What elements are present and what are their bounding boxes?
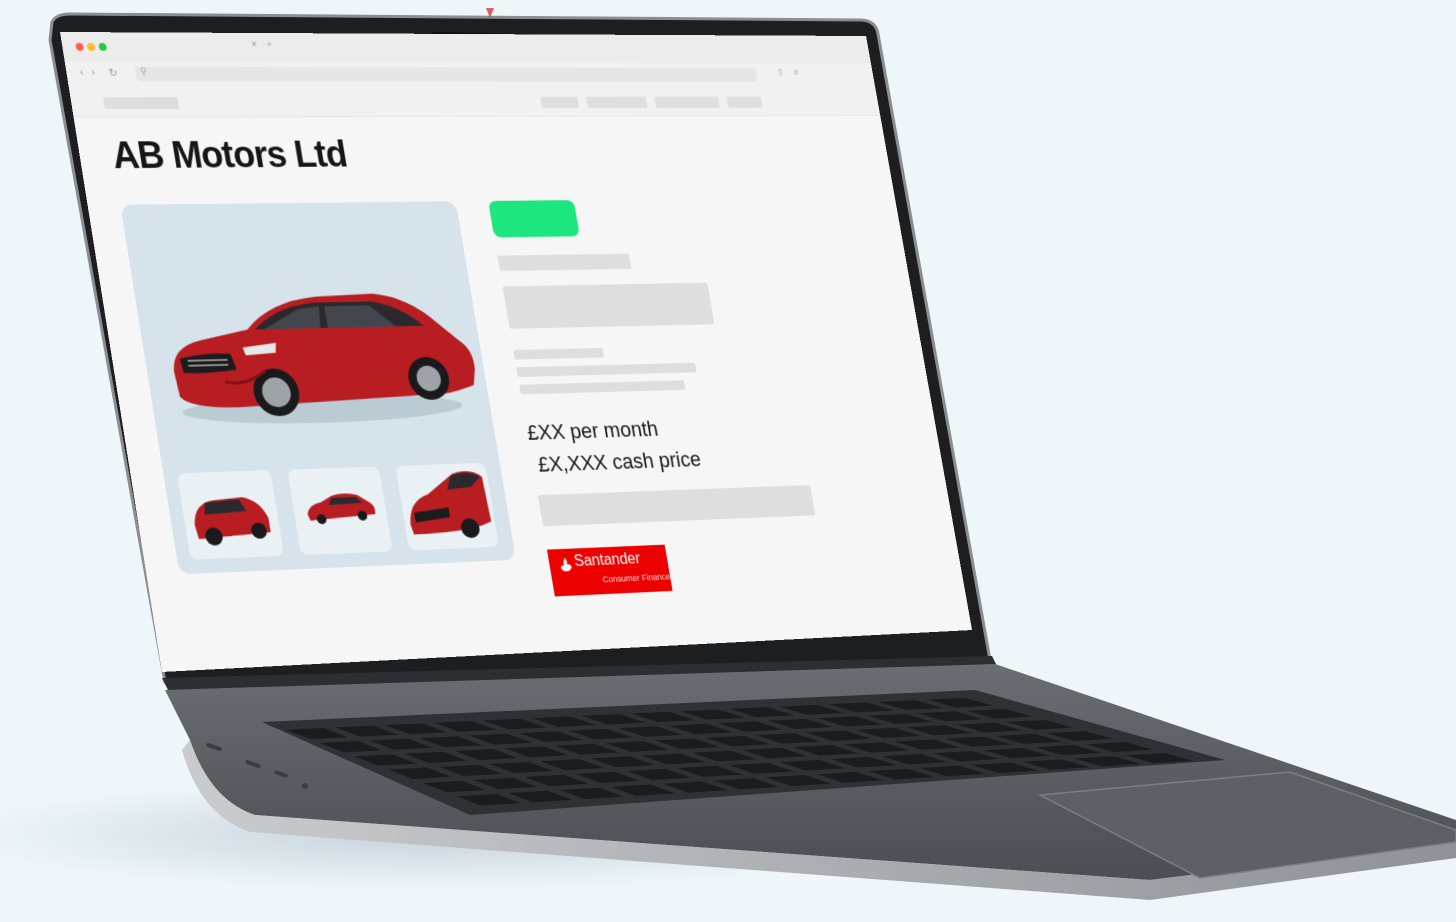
cta-button-placeholder[interactable] [537,485,816,527]
vehicle-name-placeholder [502,282,715,329]
menu-icon[interactable]: ≡ [793,68,800,78]
spec-placeholder-3 [519,380,686,395]
nav-link-placeholder-4[interactable] [726,96,763,108]
main-car-image[interactable] [120,201,498,463]
monthly-price: £XX per month [525,416,660,445]
thumbnail-2[interactable] [287,466,393,556]
search-icon: ⚲ [139,66,148,78]
page-title: AB Motors Ltd [109,134,350,178]
reload-icon[interactable]: ↻ [108,67,119,80]
thumbnail-3[interactable] [395,462,500,551]
back-icon[interactable]: ‹ [79,67,84,79]
car-illustration [162,291,481,427]
heading-placeholder [497,253,632,272]
new-tab-icon[interactable]: + [265,39,273,51]
nav-link-placeholder-3[interactable] [654,96,720,108]
status-tag[interactable] [488,200,580,238]
browser-tab-bar: × + [60,32,871,64]
cash-price: £X,XXX cash price [535,446,703,477]
tab-close-icon[interactable]: × [251,40,258,51]
forward-icon[interactable]: › [91,67,96,79]
santander-flame-icon [559,557,573,572]
browser-toolbar: ‹ › ↻ ⚲ ⇧ ≡ [64,61,876,89]
window-zoom-dot[interactable] [98,42,108,51]
address-bar[interactable]: ⚲ [134,66,759,82]
nav-link-placeholder-1[interactable] [540,96,580,109]
car-gallery [120,201,516,575]
santander-name: Santander [572,550,642,570]
share-icon[interactable]: ⇧ [776,68,785,78]
headphone-jack [302,783,308,789]
santander-subtitle: Consumer Finance [601,571,671,585]
spec-placeholder-2 [516,362,697,378]
site-logo-placeholder[interactable] [103,97,180,109]
window-minimize-dot[interactable] [86,42,96,51]
spec-placeholder-1 [513,347,605,360]
santander-finance-badge[interactable]: Santander Consumer Finance [546,544,673,597]
site-nav [68,87,881,118]
window-close-dot[interactable] [75,42,85,51]
thumbnail-1[interactable] [176,470,285,560]
laptop-screen: × + ‹ › ↻ ⚲ ⇧ ≡ AB Motors Ltd £XX per mo… [60,32,973,672]
nav-link-placeholder-2[interactable] [586,96,648,109]
